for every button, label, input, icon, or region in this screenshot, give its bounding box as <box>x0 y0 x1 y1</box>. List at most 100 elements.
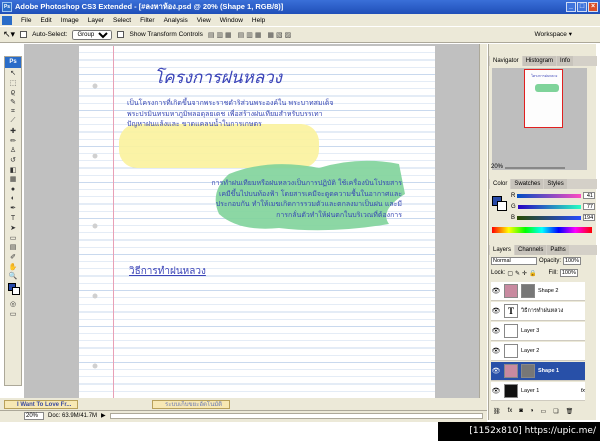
layer-name[interactable]: Layer 3 <box>521 328 539 334</box>
stamp-tool-icon[interactable]: ♙ <box>5 146 21 156</box>
layer-name[interactable]: Shape 1 <box>538 368 559 374</box>
doc-tab-1[interactable]: I Want To Love Fr... <box>4 400 78 409</box>
status-arrow-icon[interactable]: ▶ <box>101 412 106 419</box>
menu-image[interactable]: Image <box>61 17 79 24</box>
link-layers-icon[interactable]: ⛓ <box>493 408 501 415</box>
add-style-icon[interactable]: fx <box>508 408 513 414</box>
move-tool-icon[interactable]: ↖ <box>5 68 21 78</box>
horizontal-scrollbar[interactable] <box>109 412 483 419</box>
eraser-tool-icon[interactable]: ◧ <box>5 165 21 175</box>
visibility-eye-icon[interactable]: 👁 <box>491 387 501 395</box>
move-tool-icon[interactable]: ↖▾ <box>3 29 15 40</box>
layer-row-selected[interactable]: 👁 Shape 1 <box>491 362 585 381</box>
shape-tool-icon[interactable]: ▭ <box>5 233 21 243</box>
notes-tool-icon[interactable]: ▤ <box>5 242 21 252</box>
navigator-zoom-slider[interactable] <box>505 167 565 169</box>
zoom-field[interactable]: 20% <box>24 411 44 420</box>
tab-color[interactable]: Color <box>490 179 511 189</box>
visibility-eye-icon[interactable]: 👁 <box>491 307 501 315</box>
visibility-eye-icon[interactable]: 👁 <box>491 287 501 295</box>
maximize-button[interactable]: □ <box>577 2 587 12</box>
slice-tool-icon[interactable]: ⟋ <box>5 116 21 126</box>
workspace-button[interactable]: Workspace ▾ <box>535 30 572 38</box>
tab-channels[interactable]: Channels <box>515 245 547 255</box>
color-spectrum[interactable] <box>492 227 592 233</box>
layer-row[interactable]: 👁 T วิธีการทำฝนหลวง <box>491 302 585 321</box>
tab-info[interactable]: Info <box>557 56 574 66</box>
tab-swatches[interactable]: Swatches <box>511 179 544 189</box>
color-r-row[interactable]: R 41 <box>511 191 595 200</box>
auto-select-checkbox[interactable] <box>20 31 28 38</box>
vertical-scrollbar[interactable] <box>479 44 487 398</box>
menu-view[interactable]: View <box>197 17 211 24</box>
align-icons[interactable]: ▤▥▦ ▤▥▦ ▦▧▨ <box>208 31 293 39</box>
quick-mask-icon[interactable]: ◎ <box>5 299 21 309</box>
visibility-eye-icon[interactable]: 👁 <box>491 327 501 335</box>
minimize-button[interactable]: _ <box>566 2 576 12</box>
dodge-tool-icon[interactable]: ◐ <box>5 194 21 204</box>
layer-row[interactable]: 👁 Layer 2 <box>491 342 585 361</box>
tab-histogram[interactable]: Histogram <box>522 56 557 66</box>
canvas-area[interactable]: โครงการฝนหลวง เป็นโครงการที่เกิดขึ้นจากพ… <box>24 44 487 398</box>
history-brush-icon[interactable]: ↺ <box>5 155 21 165</box>
visibility-eye-icon[interactable]: 👁 <box>491 347 501 355</box>
tab-navigator[interactable]: Navigator <box>490 56 522 66</box>
show-transform-checkbox[interactable] <box>117 31 125 38</box>
screen-mode-icon[interactable]: ▭ <box>5 309 21 319</box>
color-b-value[interactable]: 194 <box>583 214 595 221</box>
layer-name[interactable]: Layer 1 <box>521 388 539 394</box>
healing-tool-icon[interactable]: ✚ <box>5 126 21 136</box>
menu-select[interactable]: Select <box>113 17 131 24</box>
menu-edit[interactable]: Edit <box>40 17 51 24</box>
color-b-row[interactable]: B 194 <box>511 213 595 222</box>
background-color[interactable] <box>12 287 20 296</box>
color-background-swatch[interactable] <box>497 201 507 211</box>
marquee-tool-icon[interactable]: ⬚ <box>5 78 21 88</box>
lock-icons[interactable]: ▢✎✛🔒 <box>507 270 538 277</box>
eyedropper-tool-icon[interactable]: ✐ <box>5 252 21 262</box>
crop-tool-icon[interactable]: ⌗ <box>5 107 21 117</box>
new-group-icon[interactable]: ▭ <box>541 408 547 415</box>
adjustment-layer-icon[interactable]: ◑ <box>530 408 534 414</box>
layer-effects-icon[interactable]: fx <box>581 388 585 394</box>
menu-file[interactable]: File <box>21 17 31 24</box>
color-g-row[interactable]: G 77 <box>511 202 595 211</box>
layer-row[interactable]: 👁 Layer 3 <box>491 322 585 341</box>
navigator-preview[interactable]: โครงการฝนหลวง <box>492 68 587 170</box>
layer-row[interactable]: 👁 Shape 2 <box>491 282 585 301</box>
layer-row[interactable]: 👁 Layer 1 fx <box>491 382 585 401</box>
layer-name[interactable]: Shape 2 <box>538 288 559 294</box>
ps-menu-icon[interactable] <box>2 15 12 25</box>
menu-help[interactable]: Help <box>252 17 265 24</box>
auto-select-dropdown[interactable]: Group <box>72 29 113 40</box>
blur-tool-icon[interactable]: ● <box>5 184 21 194</box>
close-button[interactable]: × <box>588 2 598 12</box>
document-canvas[interactable]: โครงการฝนหลวง เป็นโครงการที่เกิดขึ้นจากพ… <box>79 46 435 398</box>
color-g-value[interactable]: 77 <box>583 203 595 210</box>
type-tool-icon[interactable]: T <box>5 213 21 223</box>
add-mask-icon[interactable]: ◙ <box>519 408 523 414</box>
pen-tool-icon[interactable]: ✒ <box>5 204 21 214</box>
fill-input[interactable]: 100% <box>559 269 578 277</box>
menu-window[interactable]: Window <box>220 17 243 24</box>
doc-tab-2[interactable]: ระบบเก็บขยะอัตโนมัติ <box>152 400 230 409</box>
tab-layers[interactable]: Layers <box>490 245 515 255</box>
menu-analysis[interactable]: Analysis <box>164 17 188 24</box>
path-select-icon[interactable]: ➤ <box>5 223 21 233</box>
opacity-input[interactable]: 100% <box>563 257 582 265</box>
new-layer-icon[interactable]: ❏ <box>553 408 558 415</box>
zoom-tool-icon[interactable]: 🔍 <box>5 271 21 281</box>
gradient-tool-icon[interactable]: ▦ <box>5 175 21 185</box>
menu-layer[interactable]: Layer <box>88 17 104 24</box>
visibility-eye-icon[interactable]: 👁 <box>491 367 501 375</box>
menu-filter[interactable]: Filter <box>140 17 154 24</box>
brush-tool-icon[interactable]: ✏ <box>5 136 21 146</box>
blend-mode-select[interactable]: Normal <box>491 257 537 265</box>
color-r-value[interactable]: 41 <box>583 192 595 199</box>
layer-name[interactable]: วิธีการทำฝนหลวง <box>521 307 563 315</box>
quick-select-tool-icon[interactable]: ✎ <box>5 97 21 107</box>
lasso-tool-icon[interactable]: ϱ <box>5 87 21 97</box>
layer-name[interactable]: Layer 2 <box>521 348 539 354</box>
color-swatches[interactable] <box>5 281 21 299</box>
tab-paths[interactable]: Paths <box>547 245 569 255</box>
